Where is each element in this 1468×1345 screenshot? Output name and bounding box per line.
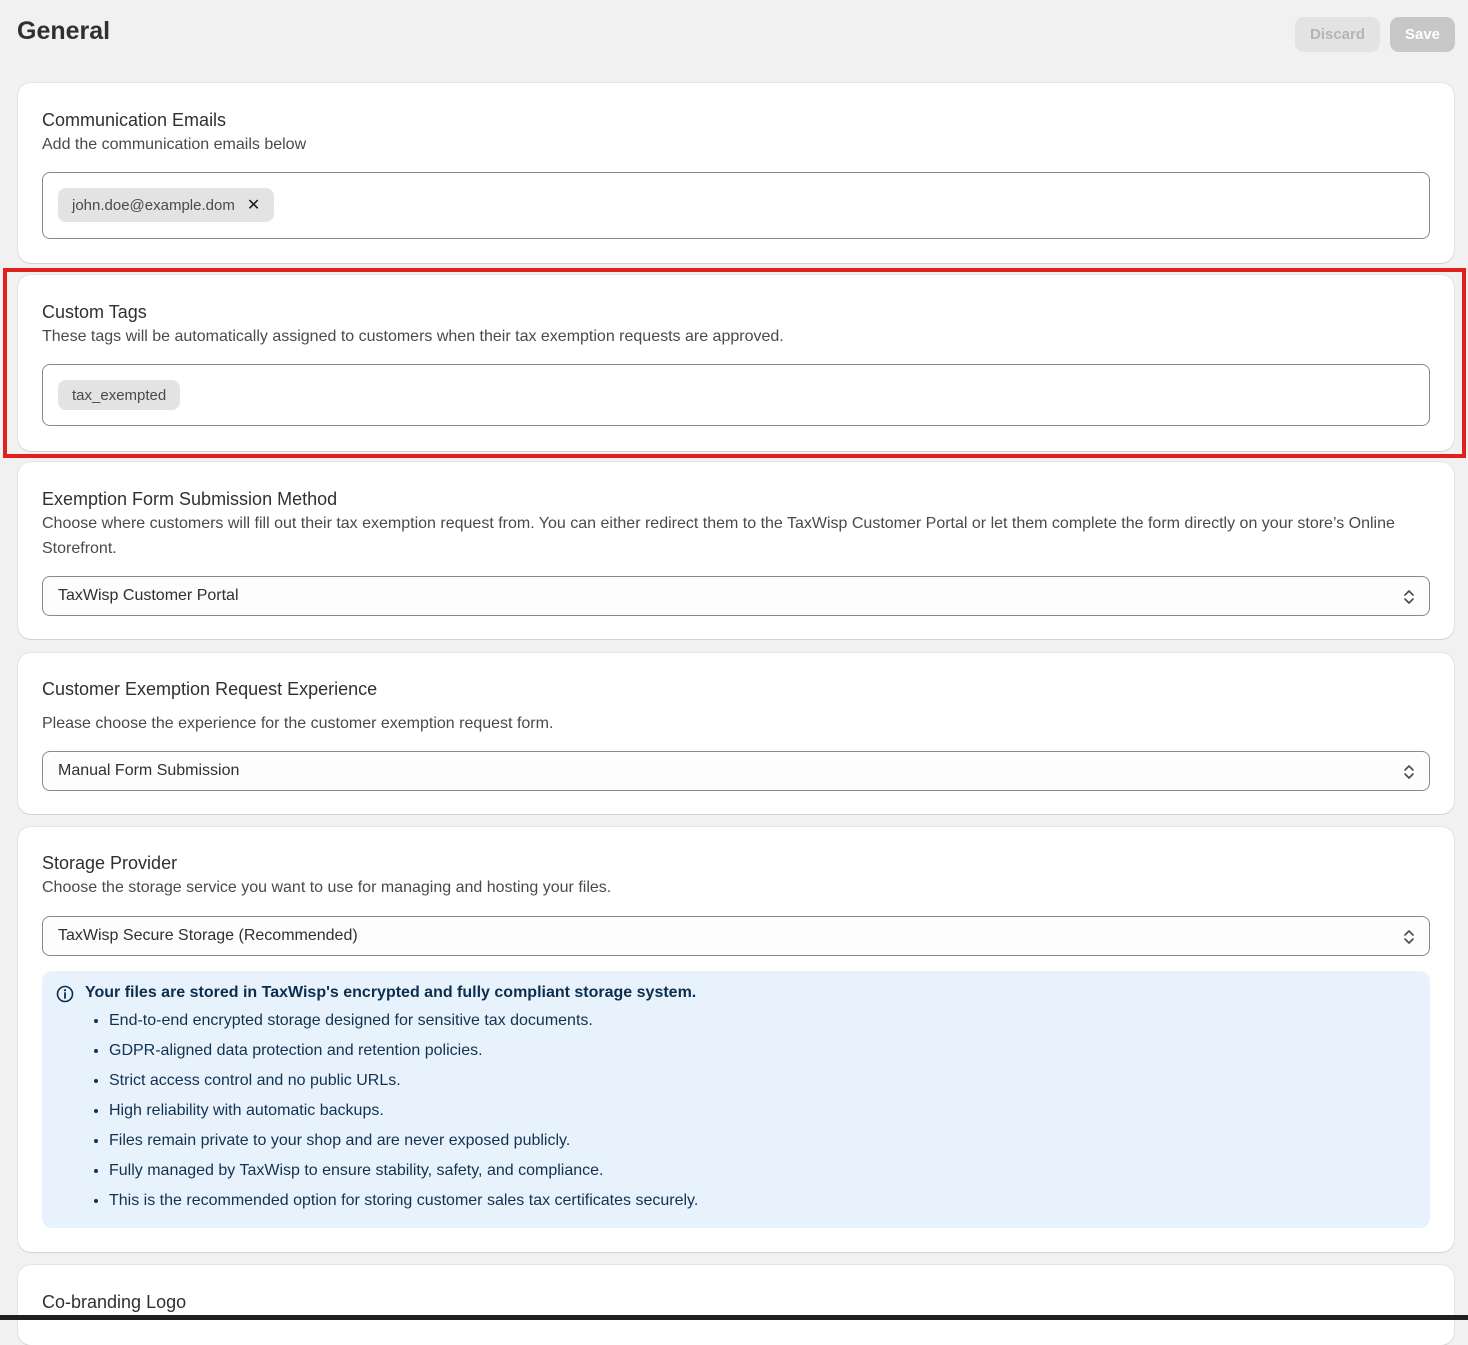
list-item: GDPR-aligned data protection and retenti… [109, 1039, 698, 1069]
email-tag-label: john.doe@example.dom [72, 196, 235, 214]
submission-method-card: Exemption Form Submission Method Choose … [18, 462, 1454, 639]
highlight-box [3, 268, 1466, 458]
request-experience-description: Please choose the experience for the cus… [42, 715, 554, 732]
submission-method-description: Choose where customers will fill out the… [42, 515, 1395, 557]
page-title: General [17, 17, 111, 45]
storage-provider-value: TaxWisp Secure Storage (Recommended) [58, 927, 358, 944]
storage-info-list: End-to-end encrypted storage designed fo… [109, 1009, 698, 1219]
submission-method-title: Exemption Form Submission Method [42, 489, 338, 509]
close-icon[interactable]: ✕ [247, 195, 260, 215]
request-experience-select[interactable]: Manual Form Submission [42, 751, 1430, 791]
storage-provider-title: Storage Provider [42, 853, 178, 873]
list-item: Strict access control and no public URLs… [109, 1069, 698, 1099]
list-item: High reliability with automatic backups. [109, 1099, 698, 1129]
chevron-up-down-icon [1404, 590, 1414, 604]
list-item: End-to-end encrypted storage designed fo… [109, 1009, 698, 1039]
cobranding-card: Co-branding Logo [18, 1265, 1454, 1345]
discard-button[interactable]: Discard [1295, 17, 1380, 52]
storage-provider-select[interactable]: TaxWisp Secure Storage (Recommended) [42, 916, 1430, 956]
storage-provider-description: Choose the storage service you want to u… [42, 879, 612, 896]
list-item: Fully managed by TaxWisp to ensure stabi… [109, 1159, 698, 1189]
save-button[interactable]: Save [1390, 17, 1455, 52]
page-header: General Discard Save [0, 0, 1468, 70]
info-icon [56, 985, 74, 1003]
list-item: Files remain private to your shop and ar… [109, 1129, 698, 1159]
request-experience-title: Customer Exemption Request Experience [42, 679, 378, 699]
cobranding-title: Co-branding Logo [42, 1292, 187, 1312]
request-experience-card: Customer Exemption Request Experience Pl… [18, 653, 1454, 814]
submission-method-value: TaxWisp Customer Portal [58, 587, 239, 604]
storage-provider-card: Storage Provider Choose the storage serv… [18, 827, 1454, 1252]
communication-emails-description: Add the communication emails below [42, 136, 307, 153]
email-tag: john.doe@example.dom ✕ [58, 188, 275, 222]
list-item: This is the recommended option for stori… [109, 1189, 698, 1219]
submission-method-select[interactable]: TaxWisp Customer Portal [42, 576, 1430, 616]
chevron-up-down-icon [1404, 930, 1414, 944]
storage-info-banner: Your files are stored in TaxWisp's encry… [42, 971, 1430, 1228]
communication-emails-title: Communication Emails [42, 110, 227, 130]
communication-emails-input[interactable]: john.doe@example.dom ✕ [42, 172, 1430, 239]
window-bottom-edge [0, 1315, 1468, 1320]
request-experience-value: Manual Form Submission [58, 762, 240, 779]
communication-emails-card: Communication Emails Add the communicati… [18, 83, 1454, 263]
chevron-up-down-icon [1404, 765, 1414, 779]
storage-info-title: Your files are stored in TaxWisp's encry… [85, 984, 697, 1001]
